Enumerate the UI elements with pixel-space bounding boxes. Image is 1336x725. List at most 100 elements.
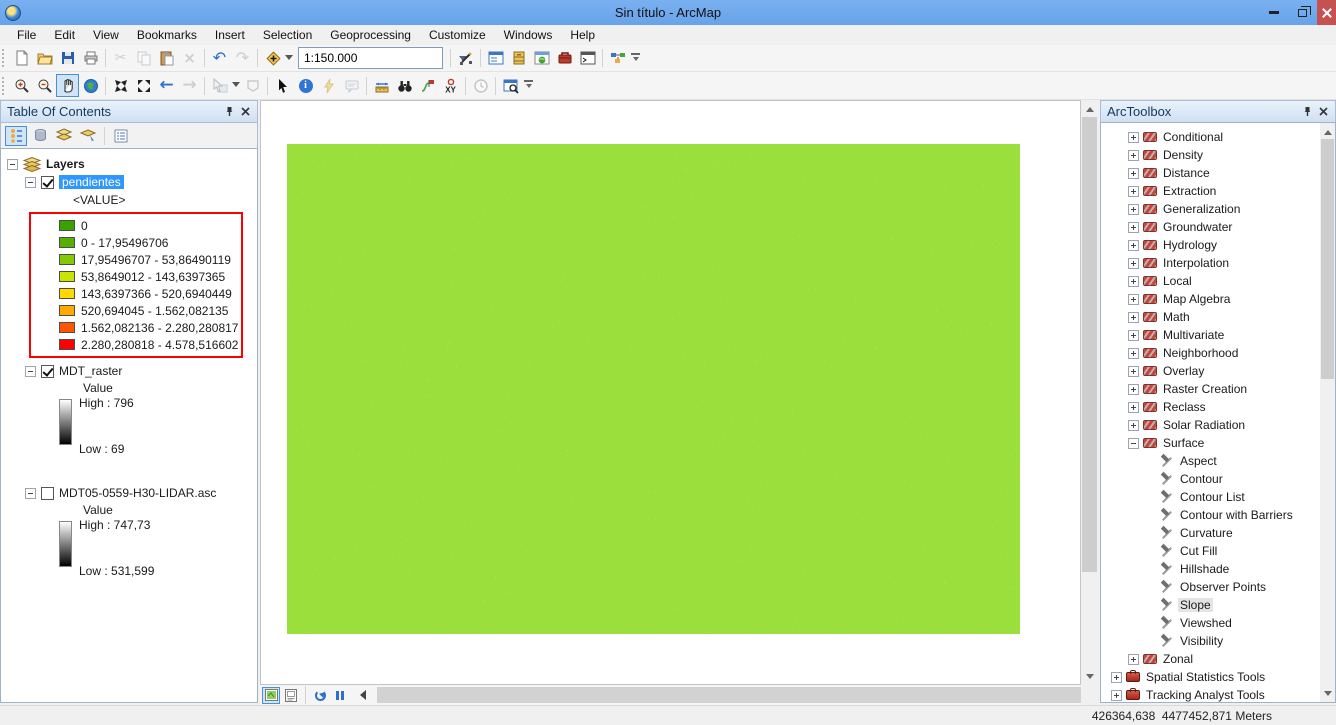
legend-row[interactable]: 0 - 17,95496706 xyxy=(59,234,241,251)
expander-icon[interactable] xyxy=(1128,257,1139,269)
scroll-down-button[interactable] xyxy=(1320,685,1335,702)
toolbox-node-label[interactable]: Overlay xyxy=(1161,364,1206,378)
toolbox-node-label[interactable]: Cut Fill xyxy=(1178,544,1219,558)
map-data-view[interactable] xyxy=(260,100,1081,685)
previous-tab-button[interactable] xyxy=(351,687,369,704)
expander-icon[interactable] xyxy=(1128,383,1139,395)
toolbox-tree-row[interactable]: Solar Radiation xyxy=(1101,416,1335,434)
toolbox-tree-row[interactable]: Surface xyxy=(1101,434,1335,452)
toolbox-node-label[interactable]: Distance xyxy=(1161,166,1212,180)
toolbox-node-label[interactable]: Local xyxy=(1161,274,1194,288)
toolbox-tree-row[interactable]: Groundwater xyxy=(1101,218,1335,236)
toolbox-node-label[interactable]: Observer Points xyxy=(1178,580,1268,594)
toolbox-tree-row[interactable]: Aspect xyxy=(1101,452,1335,470)
toolbox-tree-row[interactable]: Contour xyxy=(1101,470,1335,488)
collapse-icon[interactable] xyxy=(7,158,18,170)
close-button[interactable] xyxy=(1317,0,1336,25)
scroll-up-button[interactable] xyxy=(1081,100,1098,117)
legend-row[interactable]: 143,6397366 - 520,6940449 xyxy=(59,285,241,302)
toolbox-node-label[interactable]: Zonal xyxy=(1161,652,1195,666)
toolbox-node-label[interactable]: Math xyxy=(1161,310,1192,324)
collapse-icon[interactable] xyxy=(25,487,36,499)
layer-visibility-checkbox[interactable] xyxy=(41,486,54,500)
find-route-button[interactable] xyxy=(416,74,439,97)
map-horizontal-scrollbar[interactable] xyxy=(377,687,1081,703)
zoom-in-tool[interactable] xyxy=(10,74,33,97)
toolbox-tree-row[interactable]: Observer Points xyxy=(1101,578,1335,596)
expander-icon[interactable] xyxy=(1111,671,1122,683)
undo-button[interactable]: ↶ xyxy=(208,47,231,70)
toolbox-node-label[interactable]: Interpolation xyxy=(1161,256,1231,270)
zoom-out-tool[interactable] xyxy=(33,74,56,97)
legend-row[interactable]: 17,95496707 - 53,86490119 xyxy=(59,251,241,268)
toolbox-tree-row[interactable]: Raster Creation xyxy=(1101,380,1335,398)
toolbox-node-label[interactable]: Contour xyxy=(1178,472,1225,486)
expander-icon[interactable] xyxy=(1128,239,1139,251)
expander-icon[interactable] xyxy=(1128,365,1139,377)
refresh-view-button[interactable] xyxy=(311,687,329,704)
modelbuilder-button[interactable] xyxy=(606,47,629,70)
toc-options-button[interactable] xyxy=(110,126,132,146)
toolbox-node-label[interactable]: Contour List xyxy=(1178,490,1247,504)
legend-row[interactable]: 1.562,082136 - 2.280,280817 xyxy=(59,319,241,336)
toolbox-node-label[interactable]: Hydrology xyxy=(1161,238,1219,252)
save-button[interactable] xyxy=(56,47,79,70)
copy-button[interactable] xyxy=(132,47,155,70)
cut-button[interactable]: ✂ xyxy=(109,47,132,70)
toolbox-tree-row[interactable]: Curvature xyxy=(1101,524,1335,542)
toolbox-node-label[interactable]: Curvature xyxy=(1178,526,1235,540)
toolbox-tree-row[interactable]: Density xyxy=(1101,146,1335,164)
toolbar-grip[interactable] xyxy=(2,76,7,95)
toolbox-tree-row[interactable]: Tracking Analyst Tools xyxy=(1101,686,1335,702)
legend-color-swatch[interactable] xyxy=(59,322,75,333)
expander-icon[interactable] xyxy=(1128,437,1139,449)
toolbox-tree-row[interactable]: Extraction xyxy=(1101,182,1335,200)
time-slider-button[interactable] xyxy=(469,74,492,97)
select-features-dropdown-arrow[interactable] xyxy=(231,78,241,93)
toolbox-node-label[interactable]: Neighborhood xyxy=(1161,346,1240,360)
pan-tool[interactable] xyxy=(56,74,79,97)
redo-button[interactable]: ↷ xyxy=(231,47,254,70)
expander-icon[interactable] xyxy=(1128,221,1139,233)
toolbox-node-label[interactable]: Raster Creation xyxy=(1161,382,1249,396)
toolbox-tree-row[interactable]: Distance xyxy=(1101,164,1335,182)
menu-item[interactable]: File xyxy=(8,26,45,44)
viewer-window-button[interactable] xyxy=(499,74,522,97)
go-back-extent-button[interactable]: ← xyxy=(155,74,178,97)
layer-row-pendientes[interactable]: pendientes xyxy=(1,173,257,191)
toolbox-tree-row[interactable]: Slope xyxy=(1101,596,1335,614)
layer-label-mdt[interactable]: MDT_raster xyxy=(59,364,122,378)
open-button[interactable] xyxy=(33,47,56,70)
fixed-zoom-in-button[interactable] xyxy=(109,74,132,97)
legend-color-swatch[interactable] xyxy=(59,220,75,231)
collapse-icon[interactable] xyxy=(25,365,36,377)
python-window-button[interactable] xyxy=(576,47,599,70)
layer-label-pendientes[interactable]: pendientes xyxy=(59,175,124,189)
menu-item[interactable]: Help xyxy=(561,26,604,44)
toolbox-tree-row[interactable]: Reclass xyxy=(1101,398,1335,416)
expander-icon[interactable] xyxy=(1128,419,1139,431)
toolbox-node-label[interactable]: Extraction xyxy=(1161,184,1218,198)
toolbox-tree-row[interactable]: Generalization xyxy=(1101,200,1335,218)
toolbox-node-label[interactable]: Solar Radiation xyxy=(1161,418,1247,432)
toc-close-button[interactable] xyxy=(237,104,253,120)
toolbox-node-label[interactable]: Hillshade xyxy=(1178,562,1231,576)
scroll-up-button[interactable] xyxy=(1320,123,1335,140)
toolbox-tree-row[interactable]: Viewshed xyxy=(1101,614,1335,632)
select-features-tool[interactable] xyxy=(208,74,231,97)
toc-pin-button[interactable] xyxy=(221,104,237,120)
list-by-source-button[interactable] xyxy=(29,126,51,146)
table-of-contents-button[interactable] xyxy=(484,47,507,70)
toolbox-node-label[interactable]: Reclass xyxy=(1161,400,1208,414)
add-data-dropdown-arrow[interactable] xyxy=(284,51,294,66)
arctoolbox-pin-button[interactable] xyxy=(1299,104,1315,120)
expander-icon[interactable] xyxy=(1128,653,1139,665)
toolbox-tree-row[interactable]: Overlay xyxy=(1101,362,1335,380)
toolbox-node-label[interactable]: Viewshed xyxy=(1178,616,1234,630)
layers-root-label[interactable]: Layers xyxy=(46,157,85,171)
clear-selection-button[interactable] xyxy=(241,74,264,97)
identify-tool[interactable]: i xyxy=(294,74,317,97)
toolbar-grip[interactable] xyxy=(2,49,7,67)
menu-item[interactable]: View xyxy=(84,26,128,44)
toolbox-tree-row[interactable]: Zonal xyxy=(1101,650,1335,668)
